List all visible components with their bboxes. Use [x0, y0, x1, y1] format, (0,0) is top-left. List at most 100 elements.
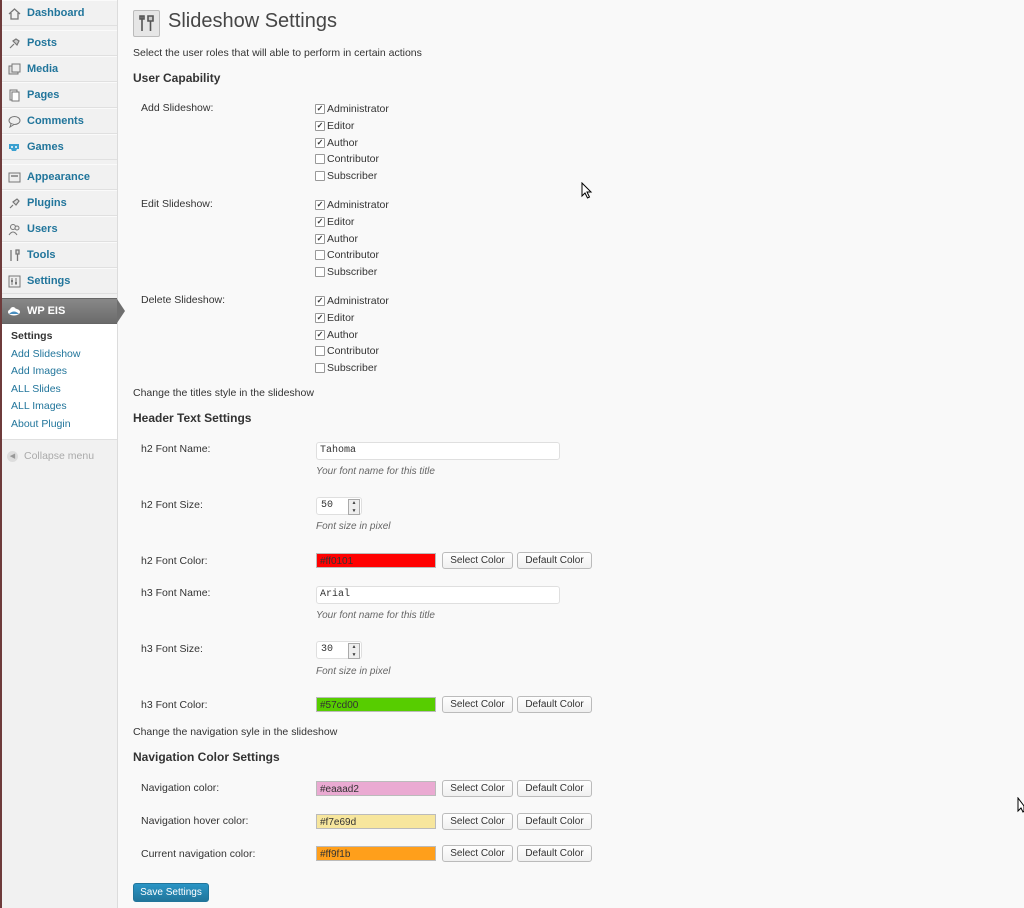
h3-font-name-input[interactable]: Arial [316, 586, 560, 604]
nav-current-color-input[interactable]: #ff9f1b [316, 846, 436, 861]
role-checkbox-author[interactable]: ✓ Author [315, 136, 358, 150]
checkbox-checked-icon[interactable]: ✓ [315, 296, 325, 306]
nav-select-color-button[interactable]: Select Color [442, 780, 513, 797]
page-title: Slideshow Settings [168, 10, 337, 32]
menu-games[interactable]: Games [2, 134, 117, 160]
h3-font-size-value: 30 [321, 644, 334, 655]
nav-current-select-color-button[interactable]: Select Color [442, 845, 513, 862]
h3-font-size-stepper[interactable]: 30 ▲ ▼ [316, 641, 362, 659]
menu-media[interactable]: Media [2, 56, 117, 82]
role-label: Author [327, 136, 358, 149]
main-content: Slideshow Settings Select the user roles… [118, 0, 1024, 908]
menu-wp-eis[interactable]: WP EIS [2, 298, 125, 324]
h2-default-color-button[interactable]: Default Color [517, 552, 592, 569]
h2-font-name-label: h2 Font Name: [141, 443, 211, 455]
role-checkbox-editor[interactable]: ✓ Editor [315, 311, 354, 325]
role-checkbox-contributor[interactable]: Contributor [315, 152, 379, 166]
h3-default-color-button[interactable]: Default Color [517, 696, 592, 713]
menu-pages[interactable]: Pages [2, 82, 117, 108]
nav-current-default-color-button[interactable]: Default Color [517, 845, 592, 862]
role-label: Author [327, 328, 358, 341]
nav-hover-color-label: Navigation hover color: [141, 815, 249, 827]
spinner-arrows-icon[interactable]: ▲ ▼ [348, 499, 360, 515]
checkbox-unchecked-icon[interactable] [315, 154, 325, 165]
menu-dashboard[interactable]: Dashboard [2, 0, 117, 26]
submenu-add-images[interactable]: Add Images [2, 363, 117, 381]
checkbox-unchecked-icon[interactable] [315, 363, 325, 373]
role-label: Administrator [327, 199, 389, 211]
role-label: Author [327, 232, 358, 245]
role-label: Subscriber [327, 266, 378, 278]
role-checkbox-author[interactable]: ✓ Author [315, 232, 358, 246]
menu-appearance[interactable]: Appearance [2, 164, 117, 190]
h2-select-color-button[interactable]: Select Color [442, 552, 513, 569]
h3-font-color-label: h3 Font Color: [141, 699, 208, 711]
h3-select-color-button[interactable]: Select Color [442, 696, 513, 713]
h3-font-color-input[interactable]: #57cd00 [316, 697, 436, 712]
role-checkbox-subscriber[interactable]: Subscriber [315, 265, 377, 279]
checkbox-checked-icon[interactable]: ✓ [315, 104, 325, 114]
checkbox-unchecked-icon[interactable] [315, 267, 325, 277]
h2-font-name-input[interactable]: Tahoma [316, 442, 560, 460]
menu-posts[interactable]: Posts [2, 30, 117, 56]
menu-label: Dashboard [27, 7, 85, 19]
menu-label: Pages [27, 89, 60, 101]
role-checkbox-subscriber[interactable]: Subscriber [315, 169, 377, 183]
menu-plugins[interactable]: Plugins [2, 190, 117, 216]
role-label: Editor [327, 119, 355, 132]
submenu-add-slideshow[interactable]: Add Slideshow [2, 346, 117, 364]
role-checkbox-editor[interactable]: ✓ Editor [315, 119, 354, 133]
checkbox-checked-icon[interactable]: ✓ [315, 137, 325, 148]
role-checkbox-subscriber[interactable]: Subscriber [315, 361, 377, 375]
submenu-about-plugin[interactable]: About Plugin [2, 416, 117, 434]
role-label: Subscriber [327, 170, 378, 182]
nav-hover-color-input[interactable]: #f7e69d [316, 814, 436, 829]
menu-comments[interactable]: Comments [2, 108, 117, 134]
collapse-arrow-icon: ◀ [7, 450, 18, 462]
plug-icon [6, 195, 22, 211]
menu-label: Posts [27, 37, 57, 49]
nav-color-input[interactable]: #eaaad2 [316, 781, 436, 796]
checkbox-unchecked-icon[interactable] [315, 250, 325, 261]
spinner-arrows-icon[interactable]: ▲ ▼ [348, 643, 360, 659]
checkbox-checked-icon[interactable]: ✓ [315, 233, 325, 244]
header-text-heading: Header Text Settings [133, 411, 252, 425]
submenu-all-slides[interactable]: ALL Slides [2, 381, 117, 399]
role-checkbox-administrator[interactable]: ✓ Administrator [315, 198, 389, 212]
cloud-icon [6, 303, 22, 319]
role-checkbox-editor[interactable]: ✓ Editor [315, 215, 354, 229]
checkbox-checked-icon[interactable]: ✓ [315, 200, 325, 210]
role-checkbox-author[interactable]: ✓ Author [315, 328, 358, 342]
h2-font-color-input[interactable]: #ff0101 [316, 553, 436, 568]
checkbox-checked-icon[interactable]: ✓ [315, 329, 325, 340]
checkbox-unchecked-icon[interactable] [315, 346, 325, 357]
users-icon [6, 221, 22, 237]
menu-tools[interactable]: Tools [2, 242, 117, 268]
h2-font-size-stepper[interactable]: 50 ▲ ▼ [316, 497, 362, 515]
role-checkbox-administrator[interactable]: ✓ Administrator [315, 102, 389, 116]
h2-font-size-value: 50 [321, 500, 334, 511]
checkbox-checked-icon[interactable]: ✓ [315, 216, 325, 227]
save-settings-button[interactable]: Save Settings [133, 883, 209, 902]
submenu-settings[interactable]: Settings [2, 328, 117, 346]
role-label: Administrator [327, 103, 389, 115]
collapse-menu-button[interactable]: ◀ Collapse menu [2, 444, 117, 468]
submenu-all-images[interactable]: ALL Images [2, 398, 117, 416]
media-icon [6, 61, 22, 77]
role-label: Subscriber [327, 362, 378, 374]
checkbox-checked-icon[interactable]: ✓ [315, 312, 325, 323]
role-checkbox-contributor[interactable]: Contributor [315, 248, 379, 262]
role-checkbox-contributor[interactable]: Contributor [315, 344, 379, 358]
h3-font-name-hint: Your font name for this title [316, 610, 435, 621]
role-checkbox-administrator[interactable]: ✓ Administrator [315, 294, 389, 308]
nav-hover-select-color-button[interactable]: Select Color [442, 813, 513, 830]
menu-settings[interactable]: Settings [2, 268, 117, 294]
nav-hover-default-color-button[interactable]: Default Color [517, 813, 592, 830]
nav-default-color-button[interactable]: Default Color [517, 780, 592, 797]
menu-users[interactable]: Users [2, 216, 117, 242]
menu-label: Comments [27, 115, 84, 127]
checkbox-unchecked-icon[interactable] [315, 171, 325, 181]
checkbox-checked-icon[interactable]: ✓ [315, 120, 325, 131]
games-icon [6, 139, 22, 155]
roles-description: Select the user roles that will able to … [133, 47, 422, 59]
